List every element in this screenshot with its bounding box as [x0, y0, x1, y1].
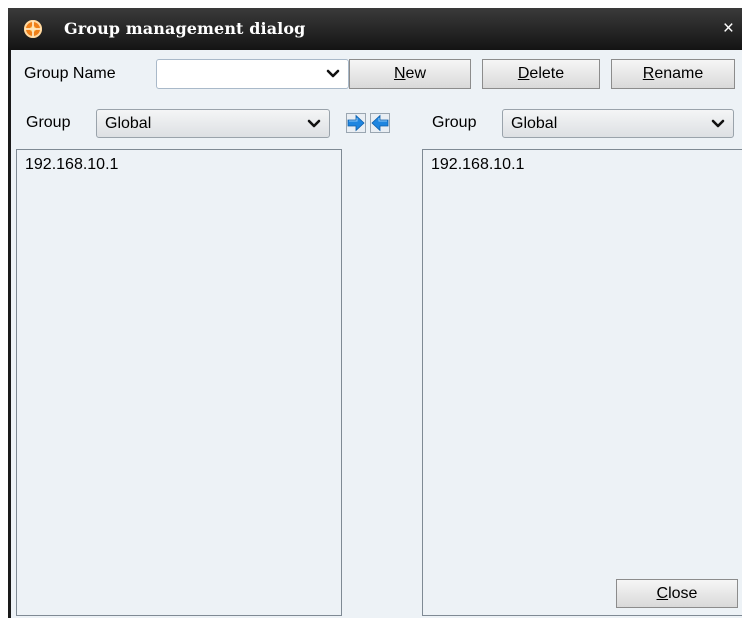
dialog-content: Group Name New Delete Rename Group Globa… — [11, 50, 742, 618]
right-group-value: Global — [511, 114, 558, 132]
chevron-down-icon — [326, 69, 340, 78]
close-button[interactable]: Close — [616, 579, 738, 608]
rename-button[interactable]: Rename — [611, 59, 735, 89]
close-button-label: lose — [668, 585, 698, 602]
chevron-down-icon — [307, 119, 321, 127]
rename-button-label: ename — [654, 65, 704, 82]
left-group-select[interactable]: Global — [96, 109, 330, 138]
group-name-label: Group Name — [24, 65, 116, 82]
close-window-icon[interactable]: × — [723, 8, 734, 50]
delete-button-label: elete — [529, 65, 565, 82]
window-title: Group management dialog — [64, 19, 306, 38]
delete-button[interactable]: Delete — [482, 59, 600, 89]
right-group-select[interactable]: Global — [502, 109, 734, 138]
move-left-arrow-icon[interactable] — [370, 113, 390, 133]
left-group-value: Global — [105, 114, 152, 132]
left-group-label: Group — [26, 114, 71, 131]
rename-button-mnemonic: R — [642, 65, 655, 82]
chevron-down-icon — [711, 119, 725, 127]
right-member-list[interactable]: 192.168.10.1 — [422, 149, 742, 616]
new-button-mnemonic: N — [393, 65, 406, 82]
close-button-mnemonic: C — [656, 585, 669, 602]
group-name-combobox[interactable] — [156, 59, 349, 89]
group-management-dialog: Group management dialog × Group Name New… — [0, 0, 742, 618]
title-bar[interactable]: Group management dialog × — [8, 8, 742, 50]
app-gear-icon — [24, 20, 42, 38]
new-button[interactable]: New — [349, 59, 471, 89]
list-item[interactable]: 192.168.10.1 — [431, 156, 524, 174]
list-item[interactable]: 192.168.10.1 — [25, 156, 118, 174]
left-member-list[interactable]: 192.168.10.1 — [16, 149, 342, 616]
new-button-label: ew — [405, 65, 426, 82]
delete-button-mnemonic: D — [517, 65, 530, 82]
right-group-label: Group — [432, 114, 477, 131]
move-right-arrow-icon[interactable] — [346, 113, 366, 133]
